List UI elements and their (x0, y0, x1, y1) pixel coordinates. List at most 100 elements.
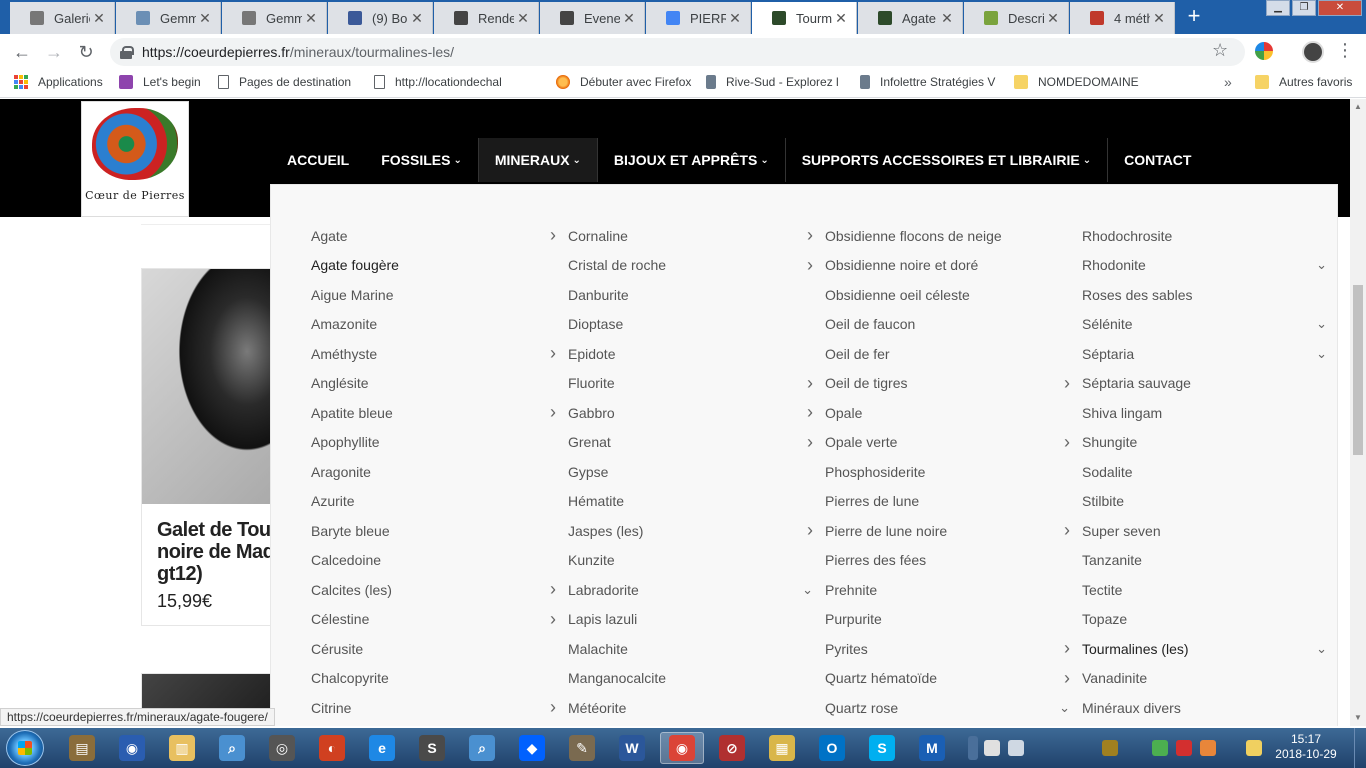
mega-menu-item[interactable]: Stilbite (1082, 487, 1339, 517)
minimize-button[interactable]: ▁ (1266, 0, 1290, 16)
mega-menu-item[interactable]: Quartz rose ⌄ (825, 693, 1082, 723)
mega-menu-item[interactable]: Roses des sables (1082, 280, 1339, 310)
mega-menu-item[interactable]: Labradorite ⌄ (568, 575, 825, 605)
mega-menu-item[interactable]: Aigue Marine (311, 280, 568, 310)
network-icon[interactable] (1200, 740, 1216, 756)
product-image[interactable] (142, 269, 282, 504)
mega-menu-item[interactable]: Grenat › (568, 428, 825, 458)
mega-menu-item[interactable]: Prehnite (825, 575, 1082, 605)
taskbar-explorer-button[interactable]: ▦ (760, 732, 804, 764)
nav-item-bijoux[interactable]: BIJOUX ET APPRÊTS ⌄ (598, 138, 785, 182)
mega-menu-item[interactable]: Agate fougère (311, 251, 568, 281)
nav-item-accueil[interactable]: ACCUEIL (271, 138, 365, 182)
mega-menu-item[interactable]: Hématite (568, 487, 825, 517)
mega-menu-item[interactable]: Cornaline › (568, 221, 825, 251)
browser-tab[interactable]: Descrip✕ (964, 2, 1069, 34)
taskbar-malwarebytes-button[interactable]: M (910, 732, 954, 764)
mega-menu-item[interactable]: Super seven (1082, 516, 1339, 546)
mega-menu-item[interactable]: Sélénite ⌄ (1082, 310, 1339, 340)
mega-menu-item[interactable]: Manganocalcite (568, 664, 825, 694)
mega-menu-item[interactable]: Obsidienne flocons de neige (825, 221, 1082, 251)
tray-app-icon[interactable] (1176, 740, 1192, 756)
tray-app-icon[interactable] (1152, 740, 1168, 756)
browser-tab[interactable]: Evenem✕ (540, 2, 645, 34)
tray-expand-icon[interactable] (968, 736, 978, 760)
taskbar-dropbox-button[interactable]: ◆ (510, 732, 554, 764)
bug-icon[interactable] (1102, 740, 1118, 756)
mega-menu-item[interactable]: Jaspes (les) › (568, 516, 825, 546)
taskbar-sublime-button[interactable]: S (410, 732, 454, 764)
taskbar-chrome-button[interactable]: ◉ (660, 732, 704, 764)
nav-item-mineraux[interactable]: MINERAUX ⌄ (478, 138, 597, 182)
mega-menu-item[interactable]: Pierres de lune (825, 487, 1082, 517)
mega-menu-item[interactable]: Shungite (1082, 428, 1339, 458)
start-button[interactable] (6, 730, 44, 766)
show-desktop-button[interactable] (1354, 728, 1366, 768)
close-window-button[interactable]: ✕ (1318, 0, 1362, 16)
mega-menu-item[interactable]: Rhodochrosite (1082, 221, 1339, 251)
mega-menu-item[interactable]: Tourmalines (les) ⌄ (1082, 634, 1339, 664)
mega-menu-item[interactable]: Topaze (1082, 605, 1339, 635)
mega-menu-item[interactable]: Cristal de roche › (568, 251, 825, 281)
maximize-button[interactable]: ❐ (1292, 0, 1316, 16)
taskbar-tool-button[interactable]: ✎ (560, 732, 604, 764)
tab-close-icon[interactable]: ✕ (832, 10, 850, 27)
bookmark-item[interactable]: Rive-Sud - Explorez l (706, 75, 839, 89)
mega-menu-item[interactable]: Citrine › (311, 693, 568, 723)
browser-tab[interactable]: PIERRE✕ (646, 2, 751, 34)
mega-menu-item[interactable]: Calcedoine (311, 546, 568, 576)
new-tab-button[interactable]: + (1180, 5, 1208, 29)
volume-icon[interactable] (1008, 740, 1024, 756)
mega-menu-item[interactable]: Séptaria ⌄ (1082, 339, 1339, 369)
bookmark-item[interactable]: NOMDEDOMAINE (1014, 75, 1139, 89)
tab-close-icon[interactable]: ✕ (938, 10, 956, 27)
tab-close-icon[interactable]: ✕ (196, 10, 214, 27)
product-card[interactable]: Galet de Tour noire de Mad (réf gt12) 15… (141, 268, 310, 626)
browser-tab[interactable]: 4 méth ✕ (1070, 2, 1175, 34)
bookmark-star-icon[interactable]: ☆ (1212, 40, 1228, 61)
mega-menu-item[interactable]: Pyrites › (825, 634, 1082, 664)
bookmark-item[interactable]: Pages de destination (218, 75, 351, 89)
browser-tab[interactable]: Galeries✕ (10, 2, 115, 34)
browser-tab[interactable]: Agate |✕ (858, 2, 963, 34)
taskbar-media-player-button[interactable]: ◉ (110, 732, 154, 764)
taskbar-word-button[interactable]: W (610, 732, 654, 764)
mega-menu-item[interactable]: Célestine › (311, 605, 568, 635)
mega-menu-item[interactable]: Tectite (1082, 575, 1339, 605)
mega-menu-item[interactable]: Vanadinite (1082, 664, 1339, 694)
browser-menu-icon[interactable]: ⋮ (1336, 40, 1354, 61)
extension-icon[interactable] (1255, 42, 1273, 60)
taskbar-skype-button[interactable]: S (860, 732, 904, 764)
browser-tab[interactable]: Gemme✕ (116, 2, 221, 34)
mega-menu-item[interactable]: Météorite (568, 693, 825, 723)
taskbar-winrar-button[interactable]: ▤ (60, 732, 104, 764)
mega-menu-item[interactable]: Dioptase (568, 310, 825, 340)
mega-menu-item[interactable]: Quartz hématoïde › (825, 664, 1082, 694)
mega-menu-item[interactable]: Minéraux divers (1082, 693, 1339, 723)
mega-menu-item[interactable]: Oeil de tigres › (825, 369, 1082, 399)
mega-menu-item[interactable]: Kunzite (568, 546, 825, 576)
nav-item-contact[interactable]: CONTACT (1108, 138, 1207, 182)
bookmark-item[interactable]: Infolettre Stratégies V (860, 75, 995, 89)
profile-avatar[interactable] (1302, 41, 1324, 63)
mega-menu-item[interactable]: Améthyste › (311, 339, 568, 369)
browser-tab[interactable]: (9) Bou✕ (328, 2, 433, 34)
nav-item-supports[interactable]: SUPPORTS ACCESSOIRES ET LIBRAIRIE ⌄ (786, 138, 1107, 182)
mega-menu-item[interactable]: Oeil de fer (825, 339, 1082, 369)
bookmark-item[interactable]: http://locationdechal (374, 75, 502, 89)
mega-menu-item[interactable]: Calcites (les) › (311, 575, 568, 605)
mega-menu-item[interactable]: Séptaria sauvage (1082, 369, 1339, 399)
mega-menu-item[interactable]: Shiva lingam (1082, 398, 1339, 428)
site-logo[interactable]: Cœur de Pierres (81, 101, 189, 217)
tab-close-icon[interactable]: ✕ (1150, 10, 1168, 27)
tab-close-icon[interactable]: ✕ (620, 10, 638, 27)
reload-button[interactable]: ↻ (74, 40, 98, 64)
tab-close-icon[interactable]: ✕ (302, 10, 320, 27)
mega-menu-item[interactable]: Opale (825, 398, 1082, 428)
bookmark-item[interactable]: Débuter avec Firefox (556, 75, 691, 89)
mega-menu-item[interactable]: Pierre de lune noire › (825, 516, 1082, 546)
mega-menu-item[interactable]: Purpurite (825, 605, 1082, 635)
mega-menu-item[interactable]: Anglésite (311, 369, 568, 399)
mega-menu-item[interactable]: Apatite bleue › (311, 398, 568, 428)
bookmarks-overflow-icon[interactable]: » (1224, 74, 1232, 90)
